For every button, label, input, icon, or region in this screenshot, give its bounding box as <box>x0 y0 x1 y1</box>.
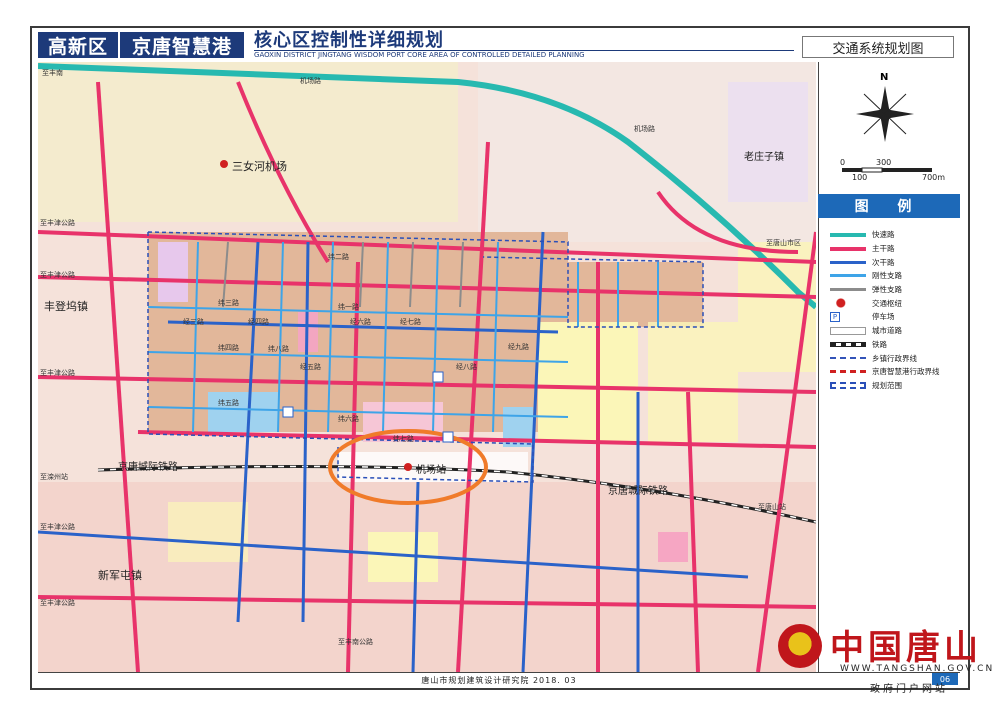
legend-item: 交通枢纽 <box>830 296 958 310</box>
zhiqianzhou-label: 至滦州站 <box>40 473 68 481</box>
watermark-name: 中国唐山 <box>830 628 982 668</box>
road-name-label: 经七路 <box>400 318 421 326</box>
legend-swatch-railway <box>830 341 866 347</box>
legend-swatch-rigid-branch <box>830 274 866 278</box>
watermark-url[interactable]: WWW.TANGSHAN.GOV.CN <box>840 664 994 674</box>
road-name-label: 纬六路 <box>338 415 359 423</box>
district-title: 高新区 <box>38 32 119 58</box>
road-name-label: 纬八路 <box>268 345 289 353</box>
zhiqi-label: 至唐山市区 <box>766 239 801 247</box>
road-name-label: 经四路 <box>248 318 269 326</box>
national-emblem-icon <box>778 624 822 668</box>
jichang-road-top: 机场路 <box>300 77 321 85</box>
road-name-label: 纬一路 <box>338 303 359 311</box>
rail-west-label: 京唐城际铁路 <box>118 462 178 473</box>
legend-item: 刚性支路 <box>830 269 958 283</box>
legend-label: 弹性支路 <box>872 285 902 295</box>
legend-item: 次干路 <box>830 255 958 269</box>
tangshan-watermark: 中国唐山 WWW.TANGSHAN.GOV.CN 政府门户网站 <box>778 618 1000 707</box>
road-name-label: 经八路 <box>456 363 477 371</box>
legend-swatch-plan-area <box>830 381 866 389</box>
zhitangshan-label: 至唐山站 <box>758 503 786 511</box>
legend-list: 快速路 主干路 次干路 刚性支路 弹性支路 交通枢纽 P 停车场 城市道路 铁路 … <box>830 228 958 392</box>
legend-item: 弹性支路 <box>830 283 958 297</box>
legend-item: P 停车场 <box>830 310 958 324</box>
road-name-label: 经五路 <box>300 363 321 371</box>
zhifeng-west-1: 至丰津公路 <box>40 219 75 227</box>
legend-swatch-flexible-branch <box>830 288 866 292</box>
plan-title: 核心区控制性详细规划 <box>254 30 445 51</box>
zhifeng-west-3: 至丰津公路 <box>40 369 75 377</box>
scale-tick-100: 100 <box>852 173 868 182</box>
legend-label: 城市道路 <box>872 326 902 336</box>
scale-tick-0: 0 <box>840 158 846 167</box>
zhifengnan-bottom-label: 至丰南公路 <box>338 638 373 646</box>
jichang-road-diag: 机场路 <box>634 125 655 133</box>
legend-item: 规划范围 <box>830 379 958 393</box>
legend-item: 京唐智慧港行政界线 <box>830 365 958 379</box>
north-arrow: N <box>850 72 920 152</box>
road-name-label: 经九路 <box>508 343 529 351</box>
road-name-label: 纬四路 <box>218 344 239 352</box>
legend-item: 快速路 <box>830 228 958 242</box>
project-title: 京唐智慧港 <box>118 32 245 58</box>
zhifeng-west-4: 至丰津公路 <box>40 523 75 531</box>
fengdengwu-label: 丰登坞镇 <box>44 300 88 313</box>
legend-title: 图 例 <box>818 194 960 218</box>
legend-label: 乡镇行政界线 <box>872 353 917 363</box>
airport-station-label[interactable]: 机场站 <box>416 461 446 476</box>
header-bar: 高新区 京唐智慧港 核心区控制性详细规划 GAOXIN DISTRICT JIN… <box>38 30 960 59</box>
road-name-label: 经三路 <box>183 318 204 326</box>
road-name-label: 纬五路 <box>218 399 239 407</box>
xinjuntun-label: 新军屯镇 <box>98 569 142 582</box>
legend-label: 刚性支路 <box>872 271 902 281</box>
rail-east-label: 京唐城际铁路 <box>608 486 668 497</box>
legend-swatch-port-boundary <box>830 370 866 374</box>
sheet-name: 交通系统规划图 <box>802 36 954 58</box>
legend-swatch-city-road <box>830 326 866 335</box>
legend-swatch-secondary <box>830 260 866 264</box>
airport-label: 三女河机场 <box>232 160 287 173</box>
map-canvas <box>38 62 816 672</box>
scale-tick-700: 700m <box>922 173 946 182</box>
road-name-label: 纬七路 <box>393 435 414 443</box>
legend-label: 快速路 <box>872 230 895 240</box>
legend-item: 城市道路 <box>830 324 958 338</box>
legend-label: 停车场 <box>872 312 895 322</box>
plan-title-block: 核心区控制性详细规划 GAOXIN DISTRICT JINGTANG WISD… <box>244 30 795 59</box>
legend-swatch-expressway <box>830 232 866 237</box>
transport-hub-icon <box>830 298 866 309</box>
zhifeng-west-2: 至丰津公路 <box>40 271 75 279</box>
legend-item: 乡镇行政界线 <box>830 351 958 365</box>
scale-bar: 0 300 100 700m <box>838 158 948 182</box>
road-name-label: 纬二路 <box>328 253 349 261</box>
legend-item: 主干路 <box>830 242 958 256</box>
legend-label: 规划范围 <box>872 380 902 390</box>
watermark-portal: 政府门户网站 <box>870 684 948 695</box>
legend-label: 次干路 <box>872 257 895 267</box>
legend-item: 铁路 <box>830 338 958 352</box>
laozhuangzi-label: 老庄子镇 <box>744 152 784 163</box>
plan-title-english: GAOXIN DISTRICT JINGTANG WISDOM PORT COR… <box>254 50 795 59</box>
zhifeng-west-5: 至丰津公路 <box>40 599 75 607</box>
legend-swatch-town-boundary <box>830 357 866 360</box>
legend-label: 京唐智慧港行政界线 <box>872 367 940 377</box>
legend-label: 交通枢纽 <box>872 298 902 308</box>
road-name-label: 纬三路 <box>218 299 239 307</box>
legend-swatch-arterial <box>830 246 866 251</box>
parking-icon: P <box>830 311 840 322</box>
scale-tick-300: 300 <box>876 158 892 167</box>
zhifeng-top: 至丰南 <box>42 69 63 77</box>
legend-label: 主干路 <box>872 244 895 254</box>
road-name-label: 经六路 <box>350 318 371 326</box>
compass-rose-icon <box>856 86 914 142</box>
traffic-plan-map[interactable]: 三女河机场 老庄子镇 丰登坞镇 新军屯镇 京唐城际铁路 京唐城际铁路 机场站 机… <box>38 62 816 672</box>
legend-label: 铁路 <box>872 339 887 349</box>
